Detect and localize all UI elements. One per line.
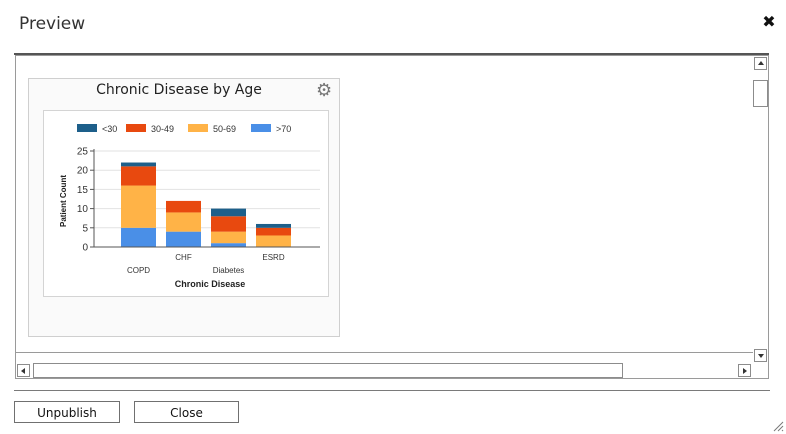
horizontal-scroll-thumb[interactable] [33,363,623,378]
bar-segment [256,223,291,228]
chart-widget: Chronic Disease by Age ⚙ <30 30-49 50-69 >7… [28,78,340,337]
preview-content: Chronic Disease by Age ⚙ <30 30-49 50-69 >7… [17,57,752,353]
close-button[interactable]: Close [134,401,239,423]
vertical-scrollbar[interactable] [753,56,768,363]
x-tick-label: COPD [127,266,150,275]
unpublish-button[interactable]: Unpublish [14,401,120,423]
y-tick-label: 5 [82,223,88,234]
legend-label: <30 [102,124,117,134]
bar-segment [166,200,201,213]
legend-label: 30-49 [151,124,174,134]
scroll-left-button[interactable] [17,364,30,377]
legend-swatch [251,124,271,132]
bar-segment [166,212,201,232]
scroll-up-button[interactable] [754,57,767,70]
bar-segment [211,208,246,217]
legend-label: >70 [276,124,291,134]
preview-frame: Chronic Disease by Age ⚙ <30 30-49 50-69 >7… [15,55,769,379]
y-tick-label: 25 [77,147,89,158]
preview-dialog: Preview ✖ Chronic Disease by Age ⚙ <30 30… [0,0,786,434]
stacked-bar-chart: <30 30-49 50-69 >70 0 5 10 15 20 25 COPD CHF Diabet… [59,124,320,289]
x-tick-label: ESRD [262,253,284,262]
arrow-down-icon [758,354,764,358]
arrow-up-icon [758,61,764,65]
x-axis-title: Chronic Disease [175,279,246,289]
bar-segment [211,243,246,247]
y-axis-title: Patient Count [59,175,68,227]
arrow-left-icon [21,368,25,374]
legend-label: 50-69 [213,124,236,134]
y-tick-label: 20 [77,166,89,177]
dialog-title: Preview [19,14,86,34]
footer-divider [14,390,770,391]
bar-segment [121,166,156,186]
y-tick-label: 0 [82,243,88,254]
bar-segment [121,162,156,167]
y-tick-label: 10 [77,204,89,215]
gear-icon[interactable]: ⚙ [316,82,334,100]
scroll-down-button[interactable] [754,349,767,362]
bar-segment [211,216,246,232]
legend-swatch [188,124,208,132]
vertical-scroll-thumb[interactable] [753,80,768,107]
bar-segment [121,227,156,247]
chart-plot-area: <30 30-49 50-69 >70 0 5 10 15 20 25 COPD CHF Diabet… [43,110,329,297]
widget-title: Chronic Disease by Age [96,82,262,98]
scroll-right-button[interactable] [738,364,751,377]
content-bottom-border [16,352,753,353]
legend-swatch [77,124,97,132]
bar-segment [256,227,291,236]
resize-grip-icon[interactable] [772,420,784,432]
horizontal-scrollbar[interactable] [17,363,753,378]
x-tick-label: CHF [175,253,192,262]
bar-segment [256,235,291,247]
x-tick-label: Diabetes [213,266,245,275]
y-tick-label: 15 [77,185,89,196]
arrow-right-icon [743,368,747,374]
bar-segment [121,185,156,228]
bar-segment [211,231,246,244]
bar-segment [166,231,201,247]
close-icon[interactable]: ✖ [762,14,776,30]
legend-swatch [126,124,146,132]
